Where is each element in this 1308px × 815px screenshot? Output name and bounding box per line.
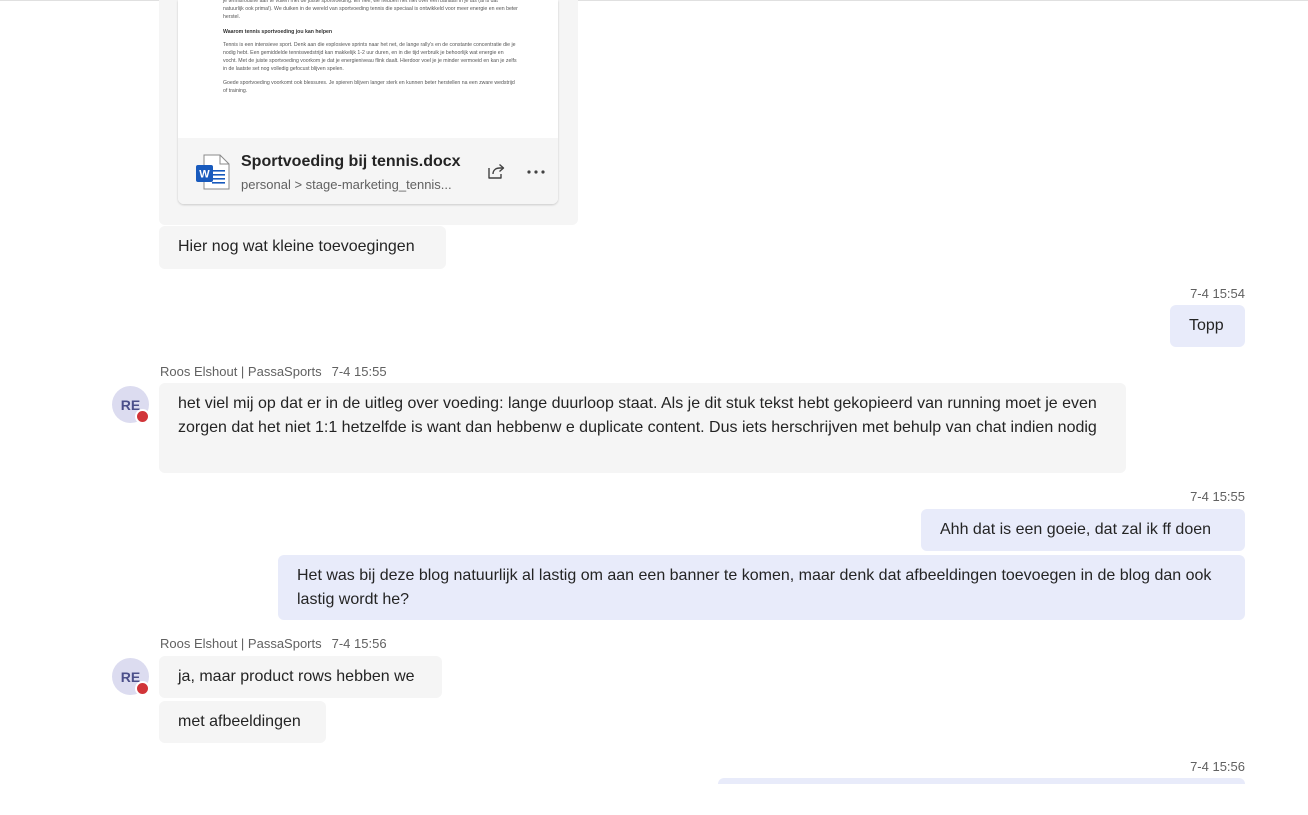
message-bubble-outgoing-partial[interactable] <box>718 778 1245 784</box>
message-timestamp: 7-4 15:55 <box>331 364 387 379</box>
share-icon[interactable] <box>484 160 508 184</box>
message-bubble-incoming[interactable]: het viel mij op dat er in de uitleg over… <box>159 383 1126 473</box>
word-doc-icon: W <box>196 154 230 190</box>
sender-name: Roos Elshout | PassaSports <box>160 636 322 651</box>
message-timestamp: 7-4 15:56 <box>1190 759 1245 774</box>
preview-paragraph: Tennis is een intensieve sport. Denk aan… <box>223 41 517 73</box>
preview-paragraph: Goede sportvoeding voorkomt ook blessure… <box>223 79 515 94</box>
preview-paragraph: je tennisroutine aan te vullen met de ju… <box>223 0 518 21</box>
sender-name: Roos Elshout | PassaSports <box>160 364 322 379</box>
presence-busy-icon <box>135 409 150 424</box>
message-timestamp: 7-4 15:54 <box>1190 286 1245 301</box>
message-bubble-incoming[interactable]: ja, maar product rows hebben we <box>159 656 442 698</box>
message-bubble-incoming[interactable]: met afbeeldingen <box>159 701 326 743</box>
attachment-footer: W Sportvoeding bij tennis.docx personal … <box>178 138 558 204</box>
document-preview-text: je tennisroutine aan te vullen met de ju… <box>223 0 518 100</box>
message-timestamp: 7-4 15:55 <box>1190 489 1245 504</box>
attachment-message: je tennisroutine aan te vullen met de ju… <box>159 0 578 225</box>
attachment-file-name[interactable]: Sportvoeding bij tennis.docx <box>241 153 461 171</box>
preview-heading: Waarom tennis sportvoeding jou kan helpe… <box>223 28 333 35</box>
message-bubble-outgoing[interactable]: Het was bij deze blog natuurlijk al last… <box>278 555 1245 620</box>
message-bubble-incoming[interactable]: Hier nog wat kleine toevoegingen <box>159 226 446 269</box>
message-timestamp: 7-4 15:56 <box>331 636 387 651</box>
document-preview[interactable]: je tennisroutine aan te vullen met de ju… <box>178 0 558 138</box>
svg-text:W: W <box>199 169 210 181</box>
file-attachment-card[interactable]: je tennisroutine aan te vullen met de ju… <box>178 0 558 204</box>
sender-header: Roos Elshout | PassaSports 7-4 15:55 <box>160 364 387 379</box>
presence-busy-icon <box>135 681 150 696</box>
avatar[interactable]: RE <box>112 386 150 424</box>
sender-header: Roos Elshout | PassaSports 7-4 15:56 <box>160 636 387 651</box>
avatar[interactable]: RE <box>112 658 150 696</box>
message-bubble-outgoing[interactable]: Ahh dat is een goeie, dat zal ik ff doen <box>921 509 1245 551</box>
attachment-file-path: personal > stage-marketing_tennis... <box>241 177 452 192</box>
more-options-icon[interactable] <box>524 160 548 184</box>
message-bubble-outgoing[interactable]: Topp <box>1170 305 1245 347</box>
